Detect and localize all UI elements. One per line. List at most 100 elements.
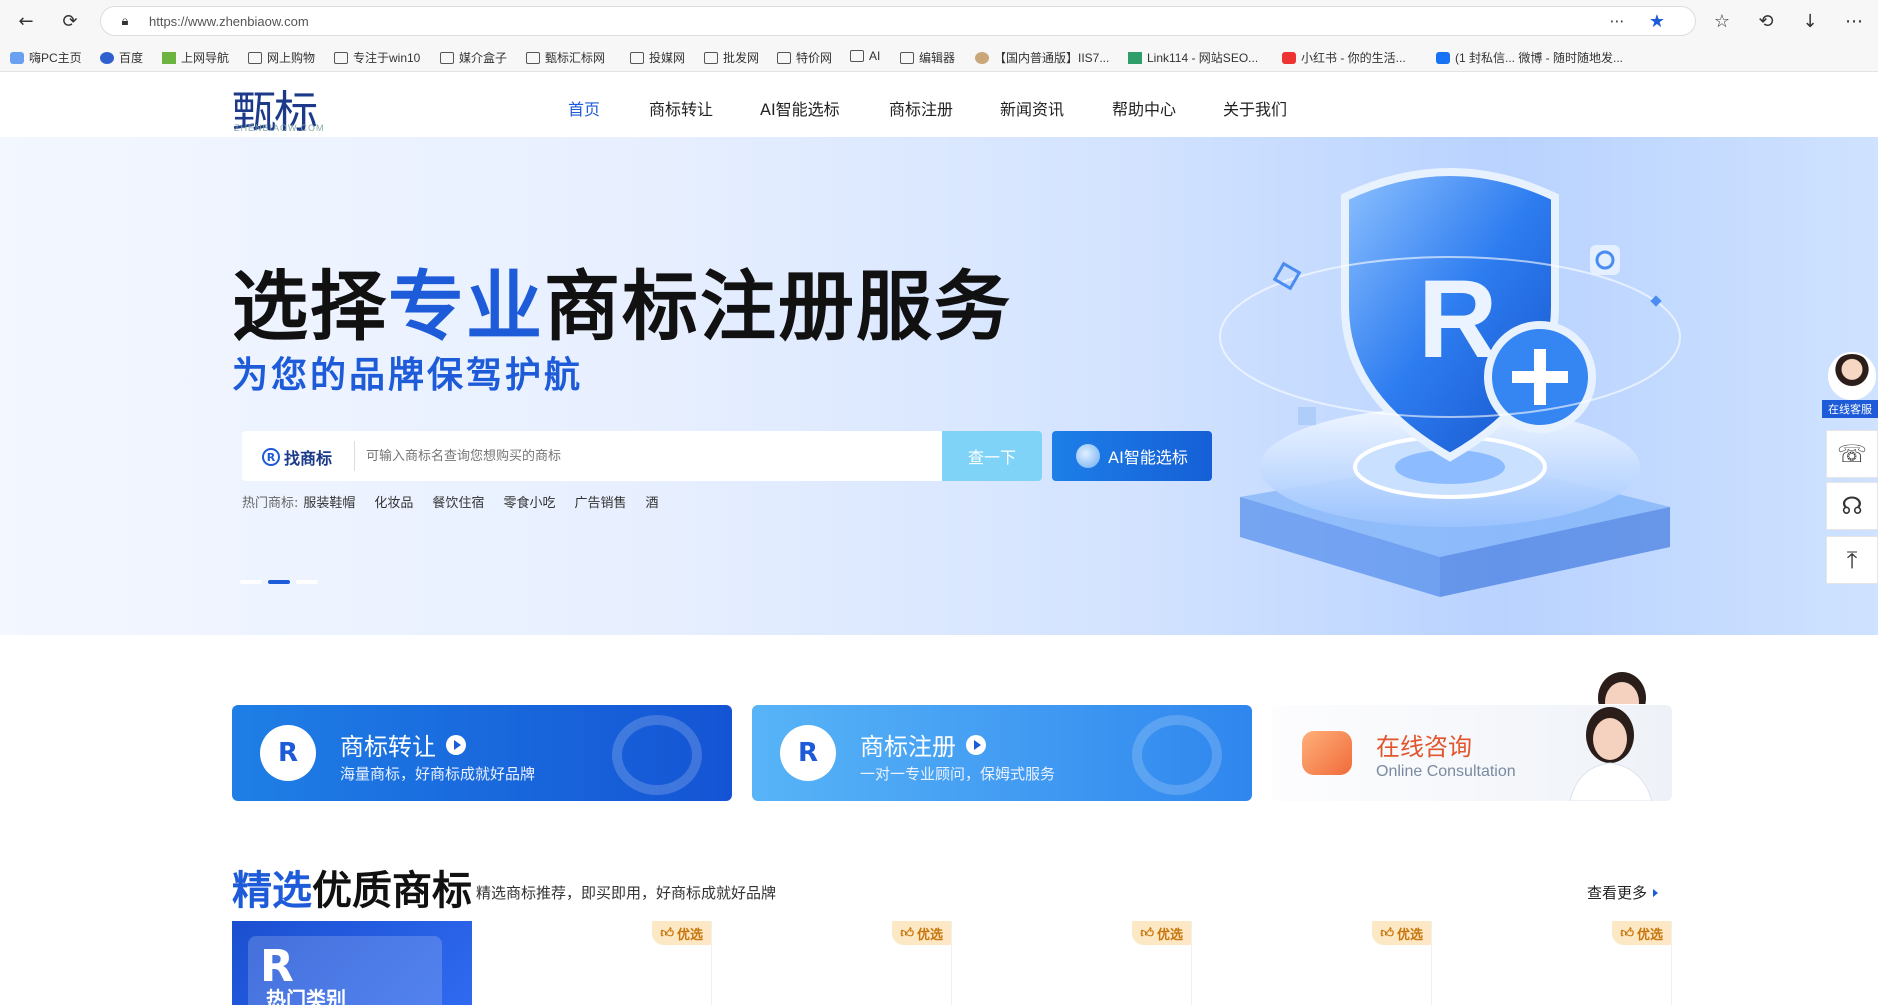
bookmark[interactable]: 批发网	[704, 49, 759, 66]
folder-icon	[334, 51, 348, 64]
card-register[interactable]: R 商标注册 一对一专业顾问，保姆式服务	[752, 705, 1252, 801]
bookmark[interactable]: 上网导航	[162, 49, 229, 66]
hot-category-card[interactable]: R 热门类别	[232, 921, 472, 1005]
folder-icon	[248, 51, 262, 64]
nav-register[interactable]: 商标注册	[889, 96, 953, 120]
hot-item[interactable]: 广告销售	[574, 492, 626, 511]
refresh-icon[interactable]: ⟳	[58, 9, 82, 33]
consultant-hair	[1598, 672, 1646, 704]
headset-icon[interactable]: ☊	[1826, 482, 1878, 530]
product-card[interactable]: 👍︎ 优选	[712, 921, 952, 1005]
bookmarks-bar: 嗨PC主页 百度 上网导航 网上购物 专注于win10 媒介盒子 甄标汇标网 投…	[0, 42, 1878, 72]
registered-icon: R	[262, 448, 280, 466]
thumbs-up-icon: 👍︎	[900, 925, 914, 941]
bookmark[interactable]: 甄标汇标网	[526, 49, 605, 66]
hot-item[interactable]: 酒	[645, 492, 658, 511]
ai-select-button[interactable]: AI智能选标	[1052, 431, 1212, 481]
bookmark[interactable]: 编辑器	[900, 49, 955, 66]
bookmark[interactable]: AI	[850, 49, 880, 63]
consultant-photo	[1569, 707, 1653, 801]
product-card[interactable]: 👍︎ 优选	[1192, 921, 1432, 1005]
folder-icon	[777, 51, 791, 64]
carousel-dot[interactable]	[296, 580, 318, 584]
featured-badge: 👍︎ 优选	[1612, 921, 1671, 945]
customer-service-label[interactable]: 在线客服	[1822, 400, 1878, 418]
folder-icon	[630, 51, 644, 64]
hot-item[interactable]: 化妆品	[374, 492, 413, 511]
hot-item[interactable]: 餐饮住宿	[432, 492, 484, 511]
url-text[interactable]: https://www.zhenbiaow.com	[149, 14, 309, 29]
download-icon[interactable]: ↓	[1798, 9, 1822, 33]
transfer-icon: R	[260, 725, 316, 781]
bookmark[interactable]: 嗨PC主页	[10, 49, 82, 66]
lock-icon[interactable]: 🔒︎	[113, 9, 137, 33]
favorite-star-icon[interactable]: ★	[1645, 9, 1669, 33]
avatar-icon	[975, 51, 989, 64]
watermark-icon	[612, 715, 702, 795]
nav-transfer[interactable]: 商标转让	[649, 96, 713, 120]
bookmark[interactable]: 特价网	[777, 49, 832, 66]
search-divider	[354, 441, 355, 471]
play-icon	[446, 734, 466, 755]
folder-icon	[900, 51, 914, 64]
site-logo-en: ZHENBIAOW.COM	[234, 123, 325, 133]
svg-text:R: R	[1418, 258, 1497, 381]
product-card[interactable]: 👍︎ 优选	[1432, 921, 1672, 1005]
card-transfer[interactable]: R 商标转让 海量商标，好商标成就好品牌	[232, 705, 732, 801]
carousel-dot-active[interactable]	[268, 580, 290, 584]
search-button[interactable]: 查一下	[942, 431, 1042, 481]
folder-icon	[526, 51, 540, 64]
play-icon	[966, 734, 986, 755]
bookmark[interactable]: 小红书 - 你的生活...	[1282, 49, 1406, 66]
back-icon[interactable]: ←	[14, 9, 38, 33]
card-consult[interactable]: 在线咨询 Online Consultation	[1272, 705, 1672, 801]
bookmark[interactable]: 【国内普通版】IIS7...	[975, 49, 1109, 66]
hao-icon	[162, 51, 176, 64]
phone-icon[interactable]: ☏	[1826, 430, 1878, 478]
nav-help[interactable]: 帮助中心	[1112, 96, 1176, 120]
nav-about[interactable]: 关于我们	[1223, 96, 1287, 120]
bookmark[interactable]: 投媒网	[630, 49, 685, 66]
hero-title: 选择专业商标注册服务	[232, 262, 1012, 351]
section-description: 精选商标推荐，即买即用，好商标成就好品牌	[476, 884, 777, 902]
product-card[interactable]: 👍︎ 优选	[472, 921, 712, 1005]
bookmark[interactable]: 百度	[100, 49, 143, 66]
reader-icon[interactable]: ⋯	[1605, 9, 1629, 33]
trademark-search-input[interactable]	[366, 441, 926, 471]
back-to-top-icon[interactable]: ⤒	[1826, 536, 1878, 584]
hot-trademarks: 热门商标: 服装鞋帽 化妆品 餐饮住宿 零食小吃 广告销售 酒	[242, 492, 658, 511]
customer-service-avatar[interactable]	[1828, 352, 1876, 400]
thumbs-up-icon: 👍︎	[1140, 925, 1154, 941]
section-title: 精选优质商标	[232, 868, 472, 914]
bookmark[interactable]: (1 封私信... 微博 - 随时随地发...	[1436, 49, 1623, 66]
arrow-right-icon	[1653, 888, 1659, 897]
nav-news[interactable]: 新闻资讯	[1000, 96, 1064, 120]
xiaohongshu-icon	[1282, 51, 1296, 64]
nav-ai-select[interactable]: AI智能选标	[760, 96, 840, 120]
more-menu-icon[interactable]: ⋯	[1842, 9, 1866, 33]
baidu-icon	[100, 51, 114, 64]
favorites-icon[interactable]: ☆	[1710, 9, 1734, 33]
bookmark[interactable]: 媒介盒子	[440, 49, 507, 66]
hot-label: 热门商标:	[242, 496, 299, 511]
product-card[interactable]: 👍︎ 优选	[952, 921, 1192, 1005]
bookmark[interactable]: Link114 - 网站SEO...	[1128, 49, 1258, 66]
browser-toolbar: ← ⟳ 🔒︎ https://www.zhenbiaow.com ⋯ ★ ☆ ⟲…	[0, 0, 1878, 42]
featured-badge: 👍︎ 优选	[1132, 921, 1191, 945]
hero-subtitle: 为您的品牌保驾护航	[232, 355, 584, 396]
hot-item[interactable]: 零食小吃	[503, 492, 555, 511]
folder-icon	[440, 51, 454, 64]
carousel-dot[interactable]	[240, 580, 262, 584]
featured-badge: 👍︎ 优选	[1372, 921, 1431, 945]
bookmark[interactable]: 网上购物	[248, 49, 315, 66]
thumbs-up-icon: 👍︎	[1620, 925, 1634, 941]
view-more-link[interactable]: 查看更多	[1587, 882, 1659, 903]
nav-home[interactable]: 首页	[568, 96, 600, 120]
featured-badge: 👍︎ 优选	[892, 921, 951, 945]
thumbs-up-icon: 👍︎	[660, 925, 674, 941]
carousel-dots	[240, 580, 318, 584]
history-icon[interactable]: ⟲	[1754, 9, 1778, 33]
hot-item[interactable]: 服装鞋帽	[303, 492, 355, 511]
bookmark[interactable]: 专注于win10	[334, 49, 420, 66]
address-bar[interactable]: 🔒︎ https://www.zhenbiaow.com ⋯ ★	[100, 6, 1696, 36]
